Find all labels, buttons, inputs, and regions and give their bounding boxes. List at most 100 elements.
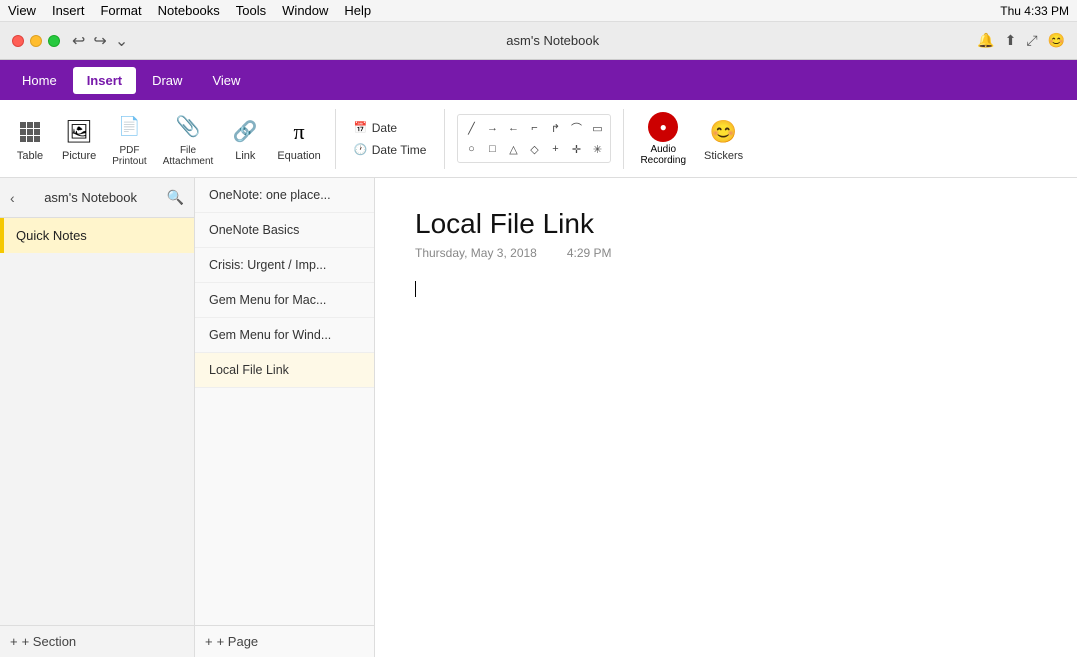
date-time-label: Date Time [372,143,427,157]
stickers-button[interactable]: 😊 Stickers [698,112,749,166]
table-icon [14,116,46,148]
divider-2 [444,109,445,169]
clock-icon: 🕐 [354,143,368,157]
sidebar: ‹ asm's Notebook 🔍 Quick Notes + + Secti… [0,178,195,657]
add-page-label: + Page [217,634,259,649]
window-right: 🔔 ⬆ ⤢ 😊 [977,32,1065,49]
text-cursor [415,281,416,297]
ellipse-icon[interactable]: ○ [462,140,480,158]
curve-icon[interactable]: ⌒ [567,119,585,137]
menu-window[interactable]: Window [282,3,328,18]
sidebar-item-label: Quick Notes [16,228,87,243]
page-item-gem-mac[interactable]: Gem Menu for Mac... [195,283,374,318]
page-label: Local File Link [209,363,289,377]
undo-button[interactable]: ↩ [72,31,85,51]
plus-icon[interactable]: + [546,140,564,158]
menu-tools[interactable]: Tools [236,3,266,18]
page-label: Gem Menu for Wind... [209,328,331,342]
menu-notebooks[interactable]: Notebooks [158,3,220,18]
attachment-icon: 📎 [172,111,204,143]
menu-insert[interactable]: Insert [52,3,85,18]
add-section-button[interactable]: + + Section [0,625,194,657]
collapse-sidebar-button[interactable]: ‹ [10,190,15,206]
datetime-group: 📅 Date 🕐 Date Time [348,119,433,159]
close-button[interactable] [12,35,24,47]
fullscreen-icon[interactable]: ⤢ [1026,32,1037,49]
add-page-button[interactable]: + + Page [195,625,374,657]
stickers-icon: 😊 [708,116,740,148]
menu-format[interactable]: Format [100,3,141,18]
date-time-button[interactable]: 🕐 Date Time [348,141,433,159]
search-button[interactable]: 🔍 [167,189,184,206]
picture-label: Picture [62,150,96,162]
elbow-icon[interactable]: ↱ [546,119,564,137]
note-date: Thursday, May 3, 2018 [415,246,537,260]
sidebar-header: ‹ asm's Notebook 🔍 [0,178,194,218]
link-icon: 🔗 [229,116,261,148]
tab-draw[interactable]: Draw [138,67,196,94]
pdf-icon: 📄 [113,111,145,143]
minimize-button[interactable] [30,35,42,47]
tab-home[interactable]: Home [8,67,71,94]
page-label: OneNote: one place... [209,188,331,202]
line-icon[interactable]: ╱ [462,119,480,137]
notebook-title: asm's Notebook [44,190,137,205]
table-button[interactable]: Table [8,112,52,166]
menu-time: Thu 4:33 PM [1000,4,1069,18]
menu-bar: View Insert Format Notebooks Tools Windo… [0,0,1077,22]
page-item-gem-wind[interactable]: Gem Menu for Wind... [195,318,374,353]
audio-recording-button[interactable]: ● AudioRecording [632,108,694,170]
link-label: Link [235,150,255,162]
add-section-icon: + [10,634,18,649]
sidebar-item-quick-notes[interactable]: Quick Notes [0,218,194,253]
note-title: Local File Link [415,208,1037,240]
redo-button[interactable]: ↪ [93,31,106,51]
page-item-local-file-link[interactable]: Local File Link [195,353,374,388]
stickers-label: Stickers [704,150,743,162]
notifications-icon[interactable]: 🔔 [977,32,994,49]
note-meta: Thursday, May 3, 2018 4:29 PM [415,246,1037,260]
add-section-label: + Section [22,634,77,649]
note-time: 4:29 PM [567,246,612,260]
picture-button[interactable]: 🖼 Picture [56,112,102,166]
corner-icon[interactable]: ⌐ [525,119,543,137]
tab-insert[interactable]: Insert [73,67,136,94]
add-page-icon: + [205,634,213,649]
pages-panel: OneNote: one place... OneNote Basics Cri… [195,178,375,657]
traffic-lights [12,35,60,47]
menu-view[interactable]: View [8,3,36,18]
arrow-right-icon[interactable]: → [483,119,501,137]
window-title: asm's Notebook [128,33,977,48]
equation-icon: π [283,116,315,148]
window-chrome: ↩ ↪ ⌄ asm's Notebook 🔔 ⬆ ⤢ 😊 [0,22,1077,60]
user-icon[interactable]: 😊 [1048,32,1065,49]
square-icon[interactable]: □ [483,140,501,158]
shapes-row-1: ╱ → ← ⌐ ↱ ⌒ ▭ [462,119,606,137]
triangle-icon[interactable]: △ [504,140,522,158]
page-item-crisis-urgent[interactable]: Crisis: Urgent / Imp... [195,248,374,283]
ribbon: Home Insert Draw View [0,60,1077,100]
menu-help[interactable]: Help [344,3,371,18]
link-button[interactable]: 🔗 Link [223,112,267,166]
date-label: Date [372,121,397,135]
toolbar: Table 🖼 Picture 📄 PDFPrintout 📎 FileAtta… [0,100,1077,178]
calendar-icon: 📅 [354,121,368,135]
arrow-left-icon[interactable]: ← [504,119,522,137]
pdf-printout-button[interactable]: 📄 PDFPrintout [106,107,152,171]
rect-icon[interactable]: ▭ [588,119,606,137]
maximize-button[interactable] [48,35,60,47]
content-area[interactable]: Local File Link Thursday, May 3, 2018 4:… [375,178,1077,657]
date-button[interactable]: 📅 Date [348,119,433,137]
divider-3 [623,109,624,169]
note-body[interactable] [415,280,1037,580]
more-button[interactable]: ⌄ [115,31,128,51]
equation-button[interactable]: π Equation [271,112,326,166]
page-item-onenote-basics[interactable]: OneNote Basics [195,213,374,248]
page-item-onenote-place[interactable]: OneNote: one place... [195,178,374,213]
file-attachment-button[interactable]: 📎 FileAttachment [157,107,220,171]
diamond-icon[interactable]: ◇ [525,140,543,158]
star-icon[interactable]: ✳ [588,140,606,158]
tab-view[interactable]: View [198,67,254,94]
crosshair-icon[interactable]: ✛ [567,140,585,158]
share-icon[interactable]: ⬆ [1005,32,1017,49]
